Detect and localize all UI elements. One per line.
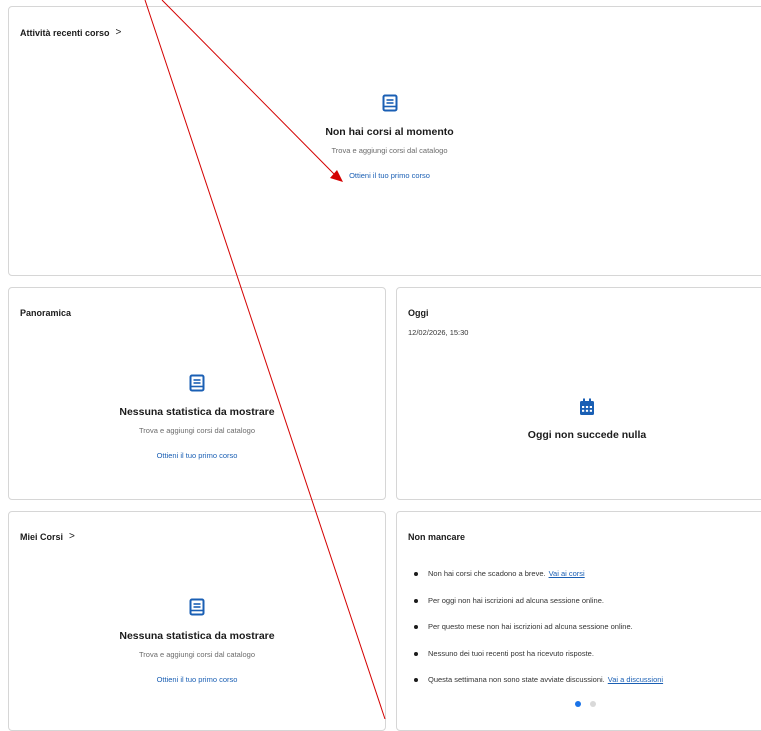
bullet-icon (414, 625, 418, 629)
pager-dot[interactable] (590, 701, 596, 707)
today-datetime: 12/02/2026, 15:30 (408, 328, 469, 337)
today-title: Oggi (408, 308, 429, 318)
list-item: Questa settimana non sono state avviate … (414, 675, 663, 702)
recent-activity-title-text: Attività recenti corso (20, 27, 110, 38)
list-item-text: Per oggi non hai iscrizioni ad alcuna se… (428, 595, 604, 605)
my-courses-empty-subtitle: Trova e aggiungi corsi dal catalogo (138, 650, 256, 659)
bullet-icon (414, 651, 418, 656)
go-to-discussions-link[interactable]: Vai a discussioni (608, 675, 663, 684)
recent-empty-subtitle: Trova e aggiungi corsi dal catalogo (331, 146, 448, 155)
overview-title-text: Panoramica (20, 308, 72, 318)
bullet-icon (414, 572, 418, 576)
recent-activity-card: Attività recenti corso > Non hai corsi a… (8, 6, 761, 276)
dont-miss-title-text: Non mancare (408, 532, 466, 542)
dont-miss-list: Non hai corsi che scadono a breve. Vai ai… (414, 569, 663, 702)
list-item-text: Nessuno dei tuoi recenti post ha ricevut… (428, 648, 594, 658)
book-icon (189, 374, 205, 392)
calendar-icon (580, 398, 594, 415)
overview-empty-heading: Nessuna statistica da mostrare (119, 406, 275, 418)
dont-miss-title: Non mancare (408, 532, 465, 542)
my-courses-empty-state: Nessuna statistica da mostrare Trova e a… (9, 598, 385, 684)
get-first-course-link[interactable]: Ottieni il tuo primo corso (157, 451, 238, 460)
list-item: Per questo mese non hai iscrizioni ad al… (414, 622, 663, 649)
recent-activity-title[interactable]: Attività recenti corso > (20, 27, 121, 38)
recent-empty-state: Non hai corsi al momento Trova e aggiung… (9, 94, 761, 180)
overview-empty-state: Nessuna statistica da mostrare Trova e a… (9, 374, 385, 460)
list-item: Non hai corsi che scadono a breve. Vai ai… (414, 569, 663, 596)
my-courses-empty-heading: Nessuna statistica da mostrare (119, 630, 275, 642)
list-item-text: Questa settimana non sono state avviate … (428, 675, 605, 684)
chevron-right-icon: > (69, 531, 75, 542)
get-first-course-link[interactable]: Ottieni il tuo primo corso (157, 675, 238, 684)
list-item-text: Per questo mese non hai iscrizioni ad al… (428, 622, 633, 631)
pager-dot-active[interactable] (575, 701, 581, 707)
list-item: Nessuno dei tuoi recenti post ha ricevut… (414, 649, 663, 676)
overview-empty-subtitle: Trova e aggiungi corsi dal catalogo (138, 426, 256, 435)
today-empty-heading: Oggi non succede nulla (527, 429, 647, 441)
dont-miss-card: Non mancare Non hai corsi che scadono a … (396, 511, 761, 731)
recent-empty-heading: Non hai corsi al momento (325, 126, 454, 138)
overview-card: Panoramica Nessuna statistica da mostrar… (8, 287, 386, 500)
book-icon (189, 598, 205, 616)
bullet-icon (414, 678, 418, 682)
my-courses-title[interactable]: Miei Corsi > (20, 531, 75, 542)
overview-title: Panoramica (20, 308, 71, 318)
today-card: Oggi 12/02/2026, 15:30 Oggi non succede … (396, 287, 761, 500)
today-empty-state: Oggi non succede nulla (397, 398, 761, 441)
carousel-pager (575, 701, 596, 707)
bullet-icon (414, 598, 418, 603)
list-item: Per oggi non hai iscrizioni ad alcuna se… (414, 596, 663, 623)
today-title-text: Oggi (408, 308, 429, 318)
book-icon (382, 94, 397, 112)
my-courses-card: Miei Corsi > Nessuna statistica da mostr… (8, 511, 386, 731)
my-courses-title-text: Miei Corsi (20, 531, 64, 542)
get-first-course-link[interactable]: Ottieni il tuo primo corso (349, 171, 430, 180)
chevron-right-icon: > (115, 27, 122, 38)
list-item-text: Non hai corsi che scadono a breve. (428, 569, 546, 578)
go-to-courses-link[interactable]: Vai ai corsi (549, 569, 585, 578)
